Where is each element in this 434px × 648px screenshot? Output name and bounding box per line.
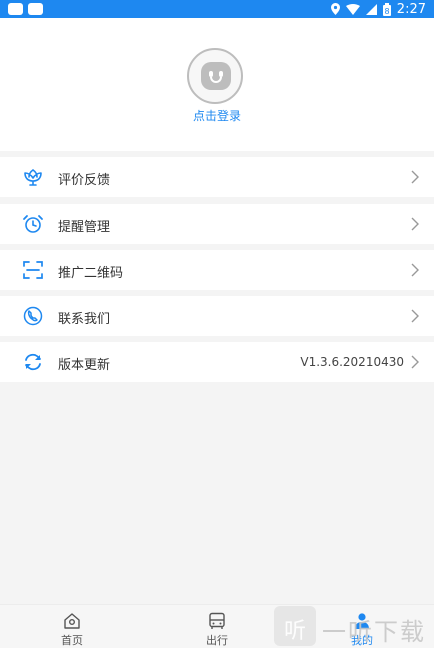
wifi-icon [345, 3, 360, 15]
menu-item-feedback[interactable]: 评价反馈 [0, 157, 434, 197]
menu-label: 版本更新 [58, 358, 111, 373]
chevron-right-icon [411, 217, 419, 231]
avatar[interactable] [187, 48, 243, 104]
avatar-face-icon [201, 62, 231, 90]
chevron-right-icon [411, 263, 419, 277]
tab-label: 出行 [206, 634, 228, 647]
menu-label: 评价反馈 [58, 173, 111, 188]
menu-item-reminders[interactable]: 提醒管理 [0, 204, 434, 244]
chevron-right-icon [411, 355, 419, 369]
tab-label: 首页 [61, 634, 83, 647]
version-value: V1.3.6.20210430 [300, 355, 404, 369]
watermark-text: 一听下载 [322, 618, 426, 646]
watermark-logo-text: 听 [283, 619, 306, 644]
battery-icon: 8 [382, 2, 391, 16]
notification-icon [8, 3, 23, 15]
menu-item-version-update[interactable]: 版本更新 V1.3.6.20210430 [0, 342, 434, 382]
login-link[interactable]: 点击登录 [0, 107, 434, 124]
chevron-right-icon [411, 309, 419, 323]
menu-item-qr-code[interactable]: 推广二维码 [0, 250, 434, 290]
tab-travel[interactable]: 出行 [145, 605, 289, 648]
alarm-clock-icon [23, 215, 43, 233]
menu-label: 推广二维码 [58, 266, 124, 281]
chevron-right-icon [411, 170, 419, 184]
refresh-icon [25, 353, 41, 371]
watermark-logo: 听 [274, 606, 316, 646]
svg-text:8: 8 [384, 7, 389, 16]
status-bar: 8 2:27 [0, 0, 434, 18]
flower-icon [24, 169, 42, 186]
watermark: 听 一听下载 [274, 605, 434, 647]
notification-icon [28, 3, 43, 15]
signal-icon [365, 3, 377, 15]
tab-home[interactable]: 首页 [0, 605, 144, 648]
phone-icon [23, 306, 43, 326]
menu-label: 联系我们 [58, 312, 111, 327]
menu-item-contact[interactable]: 联系我们 [0, 296, 434, 336]
bus-icon [209, 612, 225, 629]
qr-scan-icon [23, 261, 43, 279]
menu-label: 提醒管理 [58, 220, 111, 235]
status-time: 2:27 [396, 1, 426, 17]
profile-header: 点击登录 [0, 18, 434, 151]
home-icon [64, 613, 80, 629]
location-icon [330, 3, 340, 15]
